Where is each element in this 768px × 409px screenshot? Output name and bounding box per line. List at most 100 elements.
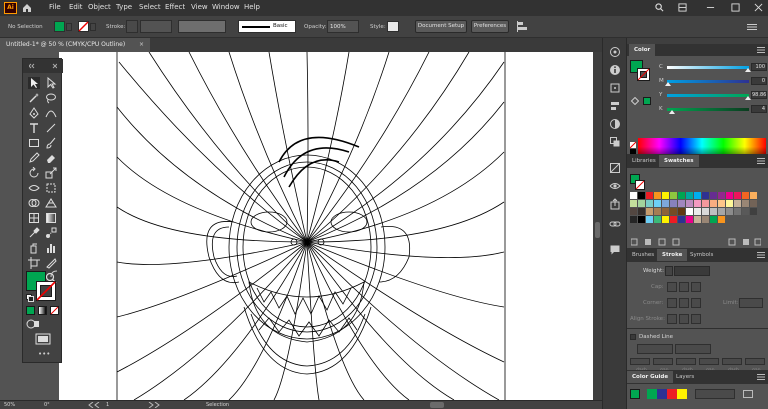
variable-width-profile[interactable] <box>178 20 226 33</box>
tab-color[interactable]: Color <box>629 44 656 56</box>
asset-export-icon[interactable] <box>609 198 621 210</box>
menu-effect[interactable]: Effect <box>165 3 185 11</box>
butt-cap-button[interactable] <box>667 282 677 292</box>
links-panel-icon[interactable] <box>609 218 621 230</box>
swatch[interactable] <box>710 208 717 215</box>
color-panel-icon[interactable] <box>609 46 621 58</box>
harmony-rules-dropdown[interactable] <box>695 389 735 399</box>
swatch[interactable] <box>742 200 749 207</box>
swatch[interactable] <box>718 216 725 223</box>
swatch[interactable] <box>734 192 741 199</box>
lasso-icon[interactable] <box>45 92 57 104</box>
swatch[interactable] <box>646 208 653 215</box>
dashed-line-checkbox[interactable] <box>630 334 636 340</box>
swatches-menu-icon[interactable] <box>757 158 765 164</box>
gamut-swatch[interactable] <box>643 97 651 105</box>
swatch[interactable] <box>630 216 637 223</box>
home-icon[interactable] <box>22 3 32 13</box>
swatch[interactable] <box>678 192 685 199</box>
color-guide-menu-icon[interactable] <box>757 374 765 380</box>
weight-input[interactable] <box>674 266 710 276</box>
vertical-scrollbar[interactable] <box>593 52 602 400</box>
magenta-value-input[interactable]: 0 <box>751 77 767 85</box>
guide-swatch-1[interactable] <box>647 389 657 399</box>
yellow-slider[interactable] <box>667 94 751 100</box>
default-colors-icon[interactable] <box>26 294 34 302</box>
tab-libraries[interactable]: Libraries <box>627 155 661 167</box>
preferences-button[interactable]: Preferences <box>471 20 509 33</box>
yellow-value-input[interactable]: 98.86 <box>751 91 767 99</box>
rotate-view[interactable]: 0° <box>44 402 50 408</box>
swatch[interactable] <box>638 216 645 223</box>
align-panel-icon[interactable] <box>609 100 621 112</box>
bevel-join-button[interactable] <box>691 298 701 308</box>
guide-swatch-2[interactable] <box>657 389 667 399</box>
comments-panel-icon[interactable] <box>609 244 621 256</box>
stroke-weight-stepper[interactable] <box>126 20 138 33</box>
swatch[interactable] <box>630 192 637 199</box>
black-value-input[interactable]: 4 <box>751 105 767 113</box>
menu-view[interactable]: View <box>191 3 208 11</box>
swap-colors-icon[interactable] <box>50 270 58 278</box>
transform-panel-icon[interactable] <box>609 82 621 94</box>
direct-selection-tool-icon[interactable] <box>45 76 57 89</box>
close-tab-icon[interactable]: × <box>139 38 144 52</box>
round-join-button[interactable] <box>679 298 689 308</box>
gradient-mode-icon[interactable] <box>38 306 47 315</box>
swatch[interactable] <box>702 192 709 199</box>
miter-join-button[interactable] <box>667 298 677 308</box>
swatch[interactable] <box>646 200 653 207</box>
swatch[interactable] <box>678 200 685 207</box>
swatch[interactable] <box>750 208 757 215</box>
eyedropper-icon[interactable] <box>28 227 40 239</box>
search-icon[interactable] <box>655 3 664 12</box>
eraser-tool-icon[interactable] <box>45 152 57 164</box>
menu-object[interactable]: Object <box>88 3 111 11</box>
cyan-slider[interactable] <box>667 66 751 72</box>
opacity-input[interactable]: 100% <box>327 20 359 33</box>
mesh-tool-icon[interactable] <box>28 212 40 224</box>
color-panel-stroke[interactable] <box>637 68 650 81</box>
guide-base-color[interactable] <box>630 389 640 399</box>
artboard-tool-icon[interactable] <box>28 257 40 269</box>
align-outside-button[interactable] <box>691 314 701 324</box>
tab-layers[interactable]: Layers <box>671 371 699 383</box>
scroll-thumb[interactable] <box>595 222 600 238</box>
swatch[interactable] <box>686 208 693 215</box>
swatch[interactable] <box>702 216 709 223</box>
dash-2-input[interactable] <box>676 358 696 365</box>
swatch[interactable] <box>654 200 661 207</box>
swatch[interactable] <box>670 192 677 199</box>
pen-tool-icon[interactable] <box>28 107 40 119</box>
swatch[interactable] <box>694 192 701 199</box>
gap-1-input[interactable] <box>653 358 673 365</box>
menu-edit[interactable]: Edit <box>69 3 83 11</box>
swatch[interactable] <box>710 200 717 207</box>
magenta-slider-handle[interactable] <box>665 82 671 86</box>
menu-window[interactable]: Window <box>212 3 240 11</box>
swatch[interactable] <box>670 200 677 207</box>
fill-dropdown[interactable] <box>66 23 72 31</box>
swatch[interactable] <box>694 208 701 215</box>
none-chip[interactable] <box>630 142 636 148</box>
black-slider[interactable] <box>667 108 749 114</box>
maximize-icon[interactable] <box>731 3 740 12</box>
close-icon[interactable] <box>754 3 763 12</box>
swatch[interactable] <box>750 200 757 207</box>
tab-swatches[interactable]: Swatches <box>659 155 699 167</box>
menu-help[interactable]: Help <box>244 3 260 11</box>
swatch[interactable] <box>742 192 749 199</box>
artboard-next-icon[interactable] <box>138 402 160 408</box>
width-tool-icon[interactable] <box>28 182 40 194</box>
color-panel-menu-icon[interactable] <box>757 47 765 53</box>
color-mode-icon[interactable] <box>26 306 35 315</box>
draw-mode-icon[interactable] <box>26 319 40 329</box>
zoom-level[interactable]: 50% <box>4 402 15 408</box>
swatch[interactable] <box>654 208 661 215</box>
curvature-tool-icon[interactable] <box>45 107 57 119</box>
swatch[interactable] <box>750 192 757 199</box>
swatch[interactable] <box>670 208 677 215</box>
guide-swatch-4[interactable] <box>677 389 687 399</box>
out-of-gamut-icon[interactable] <box>631 97 639 105</box>
swatch[interactable] <box>686 216 693 223</box>
